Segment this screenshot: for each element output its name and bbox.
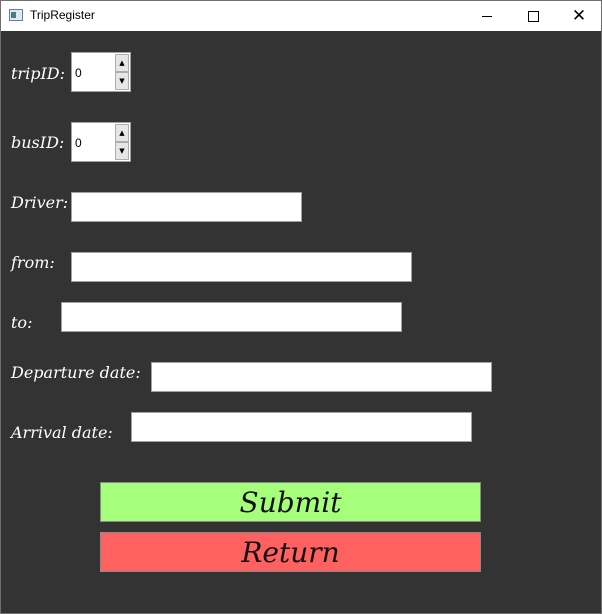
title-bar[interactable]: TripRegister ✕ bbox=[1, 1, 601, 31]
to-label: to: bbox=[11, 313, 33, 332]
maximize-icon bbox=[527, 10, 539, 22]
submit-button[interactable]: Submit bbox=[100, 482, 481, 522]
arrow-down-icon: ▼ bbox=[119, 76, 125, 85]
minimize-icon bbox=[482, 15, 492, 17]
busid-spinbox[interactable]: 0 ▲ ▼ bbox=[71, 122, 131, 162]
busid-decrement-button[interactable]: ▼ bbox=[115, 142, 129, 160]
maximize-button[interactable] bbox=[510, 1, 556, 31]
tripid-increment-button[interactable]: ▲ bbox=[115, 54, 129, 72]
arrow-up-icon: ▲ bbox=[119, 128, 125, 137]
trip-register-window: TripRegister ✕ tripID: 0 ▲ ▼ busID: 0 ▲ … bbox=[0, 0, 602, 614]
arrival-date-input[interactable] bbox=[131, 412, 472, 442]
to-input[interactable] bbox=[61, 302, 402, 332]
arrow-down-icon: ▼ bbox=[119, 146, 125, 155]
tripid-value[interactable]: 0 bbox=[75, 66, 82, 80]
driver-label: Driver: bbox=[11, 193, 69, 212]
driver-input[interactable] bbox=[71, 192, 302, 222]
tripid-label: tripID: bbox=[11, 64, 65, 83]
busid-increment-button[interactable]: ▲ bbox=[115, 124, 129, 142]
return-button[interactable]: Return bbox=[100, 532, 481, 572]
form-area: tripID: 0 ▲ ▼ busID: 0 ▲ ▼ Driver: from:… bbox=[1, 31, 601, 613]
tripid-spin-buttons: ▲ ▼ bbox=[115, 54, 129, 90]
busid-label: busID: bbox=[11, 133, 65, 152]
close-icon: ✕ bbox=[571, 5, 587, 26]
close-button[interactable]: ✕ bbox=[556, 1, 602, 31]
departure-date-input[interactable] bbox=[151, 362, 492, 392]
departure-date-label: Departure date: bbox=[11, 363, 141, 382]
window-title: TripRegister bbox=[30, 8, 95, 22]
busid-spin-buttons: ▲ ▼ bbox=[115, 124, 129, 160]
tripid-spinbox[interactable]: 0 ▲ ▼ bbox=[71, 52, 131, 92]
arrival-date-label: Arrival date: bbox=[11, 423, 113, 442]
from-input[interactable] bbox=[71, 252, 412, 282]
from-label: from: bbox=[11, 253, 55, 272]
minimize-button[interactable] bbox=[464, 1, 510, 31]
app-window-icon bbox=[9, 9, 23, 21]
arrow-up-icon: ▲ bbox=[119, 58, 125, 67]
busid-value[interactable]: 0 bbox=[75, 136, 82, 150]
tripid-decrement-button[interactable]: ▼ bbox=[115, 72, 129, 90]
